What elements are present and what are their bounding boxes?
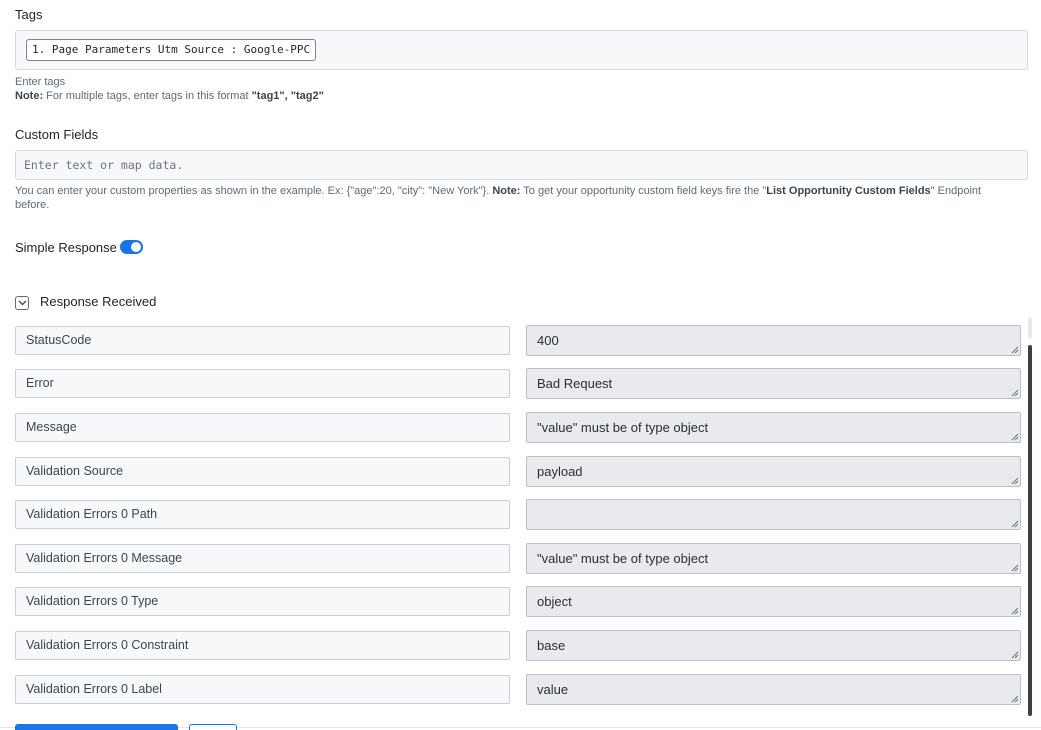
- response-fields: StatusCode 400 Error Bad Request Message…: [0, 318, 1041, 730]
- chevron-down-icon: [18, 300, 27, 306]
- resize-grip-icon[interactable]: [1010, 388, 1019, 397]
- scrollbar-track[interactable]: [1028, 318, 1032, 338]
- response-key[interactable]: Validation Errors 0 Message: [15, 544, 510, 573]
- response-received-label: Response Received: [40, 294, 157, 309]
- response-row: Validation Errors 0 Constraint base: [0, 630, 1041, 662]
- response-row: StatusCode 400: [0, 325, 1041, 357]
- custom-fields-note-text: To get your opportunity custom field key…: [520, 185, 767, 197]
- tags-note-format: "tag1", "tag2": [251, 90, 324, 102]
- response-key[interactable]: Error: [15, 369, 510, 398]
- resize-grip-icon[interactable]: [1010, 606, 1019, 615]
- response-value[interactable]: "value" must be of type object: [526, 412, 1021, 443]
- response-value[interactable]: value: [526, 674, 1021, 705]
- response-value-text: object: [537, 594, 572, 609]
- tags-help: Enter tags: [15, 76, 66, 88]
- resize-grip-icon[interactable]: [1010, 650, 1019, 659]
- tags-note: Note: For multiple tags, enter tags in t…: [15, 89, 324, 103]
- response-value[interactable]: object: [526, 586, 1021, 617]
- response-value[interactable]: "value" must be of type object: [526, 543, 1021, 574]
- tag-chip[interactable]: 1. Page Parameters Utm Source : Google-P…: [26, 39, 317, 61]
- resize-grip-icon[interactable]: [1010, 694, 1019, 703]
- response-key[interactable]: Validation Errors 0 Path: [15, 500, 510, 529]
- resize-grip-icon[interactable]: [1010, 432, 1019, 441]
- response-row: Validation Errors 0 Message "value" must…: [0, 543, 1041, 575]
- secondary-button[interactable]: [189, 724, 237, 730]
- response-value-text: 400: [537, 333, 559, 348]
- response-key[interactable]: Validation Source: [15, 457, 510, 486]
- tags-note-text: For multiple tags, enter tags in this fo…: [43, 90, 252, 102]
- response-row: Validation Errors 0 Type object: [0, 586, 1041, 618]
- response-key[interactable]: Validation Errors 0 Constraint: [15, 631, 510, 660]
- custom-fields-label: Custom Fields: [15, 127, 99, 142]
- tags-input[interactable]: 1. Page Parameters Utm Source : Google-P…: [15, 30, 1028, 70]
- response-value-text: value: [537, 682, 569, 697]
- primary-button[interactable]: [15, 724, 178, 730]
- response-value-text: Bad Request: [537, 376, 613, 391]
- response-value[interactable]: 400: [526, 325, 1021, 356]
- tags-label: Tags: [15, 7, 43, 22]
- resize-grip-icon[interactable]: [1010, 476, 1019, 485]
- response-value[interactable]: base: [526, 630, 1021, 661]
- scrollbar-thumb[interactable]: [1028, 345, 1032, 716]
- response-row: Validation Errors 0 Path: [0, 499, 1041, 531]
- response-value[interactable]: [526, 499, 1021, 530]
- collapse-toggle[interactable]: [15, 296, 29, 310]
- custom-fields-endpoint: List Opportunity Custom Fields: [766, 185, 931, 197]
- response-row: Validation Source payload: [0, 456, 1041, 488]
- response-value-text: payload: [537, 464, 583, 479]
- response-key[interactable]: StatusCode: [15, 326, 510, 355]
- response-row: Validation Errors 0 Label value: [0, 674, 1041, 706]
- response-value[interactable]: Bad Request: [526, 368, 1021, 399]
- response-value-text: base: [537, 638, 566, 653]
- response-row: Message "value" must be of type object: [0, 412, 1041, 444]
- resize-grip-icon[interactable]: [1010, 563, 1019, 572]
- resize-grip-icon[interactable]: [1010, 345, 1019, 354]
- simple-response-label: Simple Response: [15, 240, 117, 255]
- custom-fields-input[interactable]: [15, 150, 1028, 180]
- custom-fields-note-prefix: Note:: [492, 185, 521, 197]
- response-key[interactable]: Message: [15, 413, 510, 442]
- response-row: Error Bad Request: [0, 368, 1041, 400]
- simple-response-toggle[interactable]: [120, 240, 143, 254]
- toggle-knob: [131, 242, 141, 252]
- response-value[interactable]: payload: [526, 456, 1021, 487]
- response-key[interactable]: Validation Errors 0 Type: [15, 587, 510, 616]
- custom-fields-help-text: You can enter your custom properties as …: [15, 185, 493, 197]
- resize-grip-icon[interactable]: [1010, 519, 1019, 528]
- custom-fields-help: You can enter your custom properties as …: [15, 184, 1005, 212]
- response-value-text: "value" must be of type object: [537, 551, 709, 566]
- tags-note-prefix: Note:: [15, 90, 44, 102]
- response-value-text: "value" must be of type object: [537, 420, 709, 435]
- response-key[interactable]: Validation Errors 0 Label: [15, 675, 510, 704]
